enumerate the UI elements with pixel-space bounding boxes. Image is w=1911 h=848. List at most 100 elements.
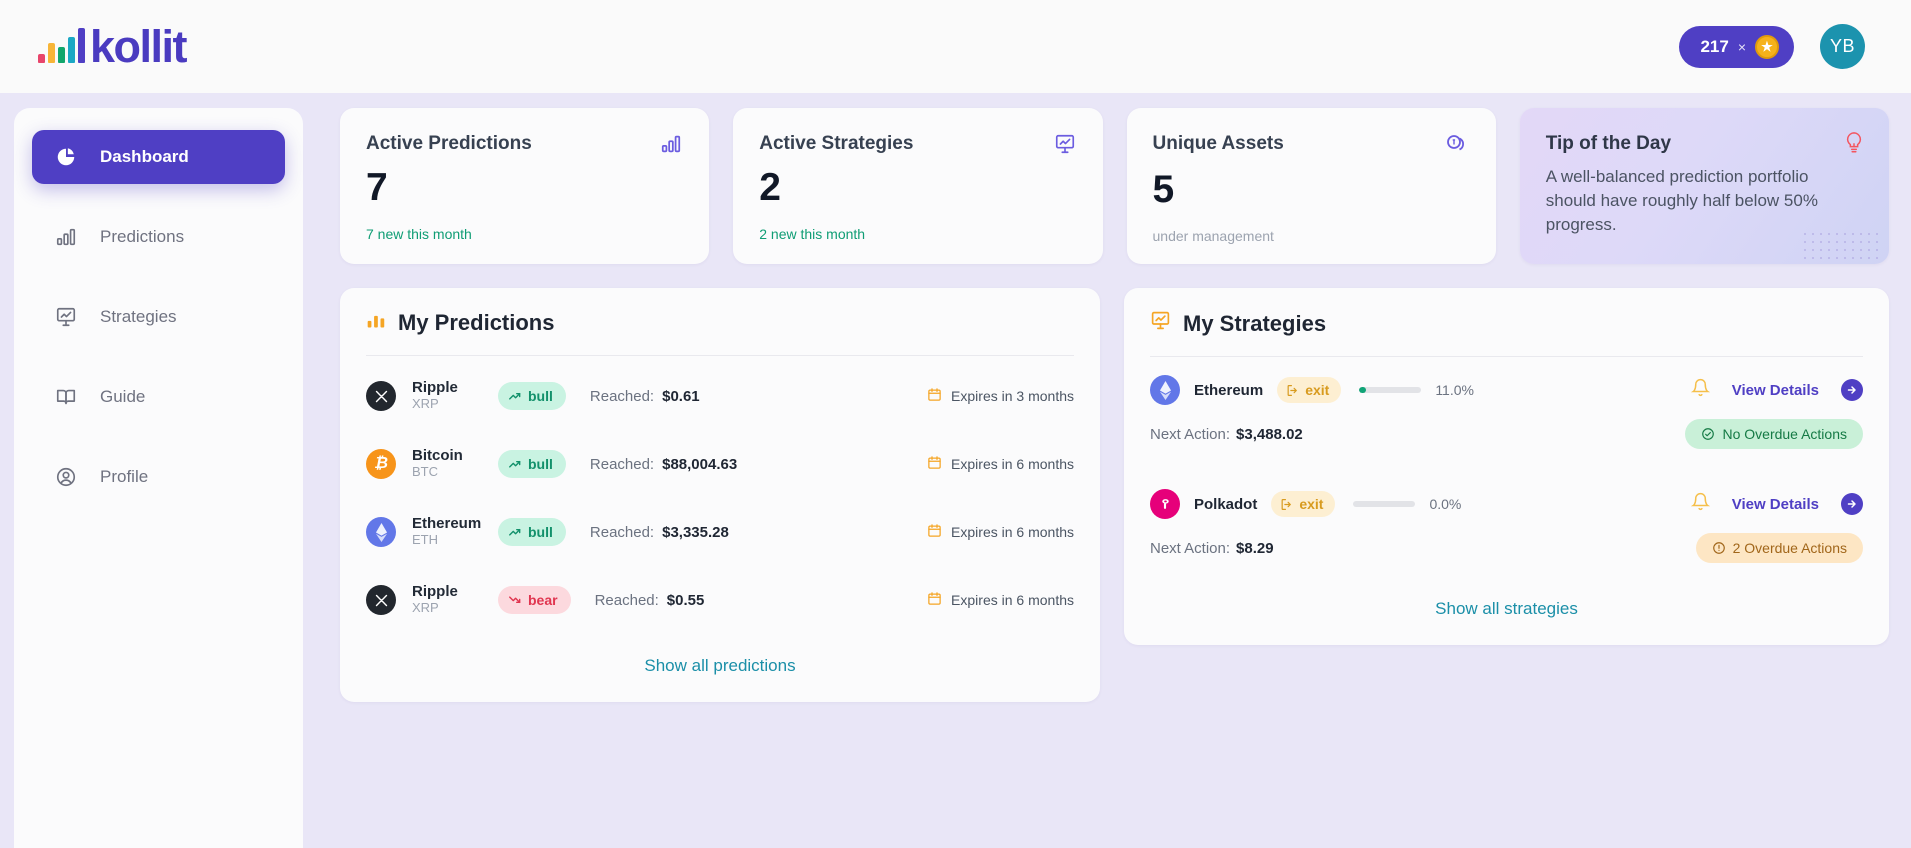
panel-title-text: My Predictions <box>398 310 555 335</box>
coins-icon <box>1444 133 1470 162</box>
stat-value: 2 <box>759 166 781 209</box>
stat-title: Active Predictions <box>366 133 532 154</box>
direction-badge: bull <box>498 450 566 478</box>
tip-body: A well-balanced prediction portfolio sho… <box>1545 167 1818 234</box>
tip-title: Tip of the Day <box>1545 133 1672 154</box>
my-predictions-panel: My Predictions Ripple XRP bull Reached: … <box>340 288 1100 702</box>
expiry-label: Expires in 6 months <box>951 456 1074 472</box>
my-strategies-panel: My Strategies Ethereum exit 11.0% View D… <box>1124 288 1889 645</box>
header-actions: 217 × ★ YB <box>1679 24 1865 69</box>
main-content: Active Predictions 7 7 new this month Ac… <box>340 108 1889 702</box>
app-logo[interactable]: kollit <box>38 20 188 72</box>
expiry-label: Expires in 6 months <box>951 524 1074 540</box>
calendar-icon <box>927 591 942 609</box>
sidebar-item-dashboard[interactable]: Dashboard <box>32 130 285 184</box>
reached-label: Reached: <box>594 591 659 609</box>
strategy-name: Polkadot <box>1194 495 1258 513</box>
stat-title: Active Strategies <box>759 133 914 154</box>
arrow-right-icon[interactable] <box>1841 493 1863 515</box>
divider <box>366 355 1074 356</box>
calendar-icon <box>927 455 942 473</box>
user-circle-icon <box>54 465 78 489</box>
exit-badge: exit <box>1271 491 1336 517</box>
reached-label: Reached: <box>589 455 655 473</box>
view-details-link[interactable]: View Details <box>1732 382 1819 399</box>
expiry-label: Expires in 3 months <box>951 388 1074 404</box>
expiry-label: Expires in 6 months <box>951 592 1074 608</box>
presentation-chart-icon <box>1150 310 1171 337</box>
dot-icon <box>1150 489 1180 519</box>
asset-symbol: ETH <box>412 532 438 548</box>
show-all-strategies-link[interactable]: Show all strategies <box>1150 599 1863 619</box>
direction-badge: bull <box>498 382 566 410</box>
tip-of-the-day-card: Tip of the Day A well-balanced predictio… <box>1519 108 1889 264</box>
btc-icon: ₿ <box>366 449 396 479</box>
panel-header: My Predictions <box>366 310 1074 336</box>
direction-label: bull <box>528 456 553 472</box>
bar-chart-icon <box>366 310 386 336</box>
dashboard-page: kollit 217 × ★ YB Dashboard Predictions … <box>0 0 1911 848</box>
presentation-chart-icon <box>54 305 78 329</box>
strategy-name: Ethereum <box>1194 381 1264 399</box>
prediction-row[interactable]: Ripple XRP bull Reached: $0.61 Expires i… <box>366 362 1074 430</box>
direction-label: bull <box>528 388 553 404</box>
stat-subtext: 7 new this month <box>366 226 472 242</box>
reached-value: $0.55 <box>666 591 705 609</box>
direction-label: bear <box>528 592 558 608</box>
bell-icon[interactable] <box>1690 492 1710 516</box>
presentation-chart-icon <box>1053 133 1077 160</box>
reached-value: $0.61 <box>662 387 700 405</box>
stat-card-unique-assets[interactable]: Unique Assets 5 under management <box>1126 108 1496 264</box>
sidebar-item-profile[interactable]: Profile <box>32 450 285 504</box>
decorative-dots <box>1801 230 1881 260</box>
xrp-icon <box>366 585 396 615</box>
exit-label: exit <box>1305 382 1330 398</box>
progress-percent: 11.0% <box>1435 382 1474 398</box>
strategy-row[interactable]: Ethereum exit 11.0% View Details Next Ac… <box>1150 363 1863 453</box>
asset-name: Bitcoin <box>412 446 463 464</box>
sidebar-item-label: Profile <box>100 467 149 486</box>
avatar[interactable]: YB <box>1820 24 1865 69</box>
sidebar-item-strategies[interactable]: Strategies <box>32 290 285 344</box>
stats-row: Active Predictions 7 7 new this month Ac… <box>340 108 1889 264</box>
direction-badge: bull <box>498 518 566 546</box>
stat-card-active-predictions[interactable]: Active Predictions 7 7 new this month <box>340 108 710 264</box>
sidebar-item-guide[interactable]: Guide <box>32 370 285 424</box>
xrp-icon <box>366 381 396 411</box>
sidebar: Dashboard Predictions Strategies Guide P… <box>14 108 303 848</box>
sidebar-item-label: Guide <box>100 387 146 406</box>
prediction-row[interactable]: Ripple XRP bear Reached: $0.55 Expires i… <box>366 566 1074 634</box>
reached-label: Reached: <box>589 523 655 541</box>
progress-percent: 0.0% <box>1429 496 1462 512</box>
bell-icon[interactable] <box>1690 378 1710 402</box>
coin-balance-pill[interactable]: 217 × ★ <box>1679 25 1794 68</box>
sidebar-item-label: Dashboard <box>100 147 189 166</box>
strategy-row[interactable]: Polkadot exit 0.0% View Details Next Act… <box>1150 477 1863 567</box>
status-text: No Overdue Actions <box>1722 426 1847 442</box>
show-all-predictions-link[interactable]: Show all predictions <box>366 656 1074 676</box>
logo-bars-icon <box>38 27 85 64</box>
prediction-row[interactable]: ₿ Bitcoin BTC bull Reached: $88,004.63 E… <box>366 430 1074 498</box>
reached-value: $3,335.28 <box>662 523 729 541</box>
progress-bar <box>1359 387 1422 393</box>
stat-value: 7 <box>366 166 388 209</box>
pie-chart-icon <box>54 145 78 169</box>
coin-count: 217 <box>1700 36 1729 56</box>
logo-text: kollit <box>90 20 188 72</box>
stat-subtext: 2 new this month <box>759 226 866 242</box>
sidebar-item-predictions[interactable]: Predictions <box>32 210 285 264</box>
panel-title-text: My Strategies <box>1183 310 1327 336</box>
stat-card-active-strategies[interactable]: Active Strategies 2 2 new this month <box>733 108 1103 264</box>
asset-name: Ethereum <box>412 514 482 532</box>
stat-value: 5 <box>1152 168 1175 211</box>
stat-title: Unique Assets <box>1152 133 1284 154</box>
top-header: kollit 217 × ★ YB <box>0 0 1911 93</box>
asset-symbol: XRP <box>412 600 439 616</box>
asset-symbol: BTC <box>412 464 438 480</box>
reached-label: Reached: <box>589 387 655 405</box>
arrow-right-icon[interactable] <box>1841 379 1863 401</box>
prediction-row[interactable]: Ethereum ETH bull Reached: $3,335.28 Exp… <box>366 498 1074 566</box>
view-details-link[interactable]: View Details <box>1732 496 1819 513</box>
status-badge: 2 Overdue Actions <box>1695 533 1863 563</box>
next-action-value: $8.29 <box>1236 539 1274 557</box>
